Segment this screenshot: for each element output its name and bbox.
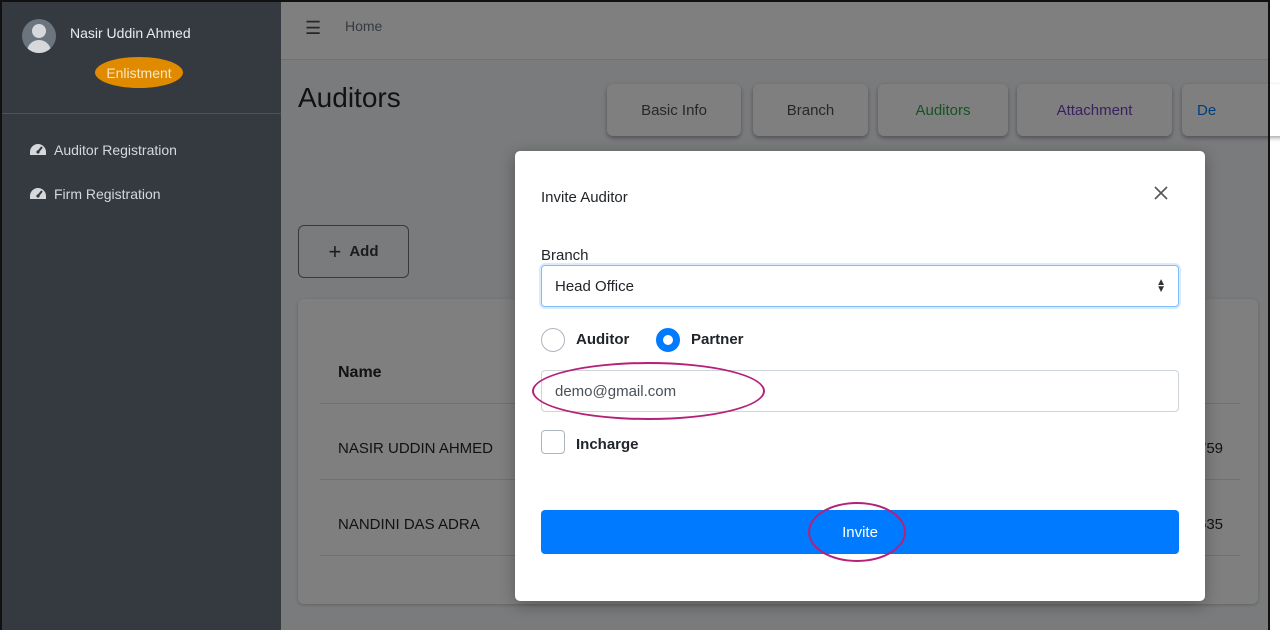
incharge-checkbox[interactable] <box>541 430 565 454</box>
sidebar-item-firm-registration[interactable]: Firm Registration <box>28 186 161 202</box>
invite-auditor-modal: Invite Auditor Branch Head Office ▲ ▼ Aud… <box>515 151 1205 601</box>
tachometer-icon <box>28 186 48 202</box>
user-name[interactable]: Nasir Uddin Ahmed <box>70 25 191 41</box>
email-field-value: demo@gmail.com <box>555 382 677 400</box>
user-panel: Nasir Uddin Ahmed Enlistment <box>2 2 281 114</box>
branch-select-value: Head Office <box>555 277 634 295</box>
incharge-label[interactable]: Incharge <box>576 436 639 453</box>
app-frame: Nasir Uddin Ahmed Enlistment Auditor Reg… <box>0 0 1280 630</box>
sidebar: Nasir Uddin Ahmed Enlistment Auditor Reg… <box>2 2 281 630</box>
close-icon[interactable] <box>1149 181 1173 205</box>
auditor-radio[interactable] <box>541 328 565 352</box>
invite-button[interactable]: Invite <box>541 510 1179 554</box>
avatar[interactable] <box>22 19 56 53</box>
partner-radio-label[interactable]: Partner <box>691 331 744 348</box>
invite-button-label: Invite <box>842 523 878 541</box>
select-arrows-icon: ▲ ▼ <box>1156 277 1166 295</box>
branch-label: Branch <box>541 247 589 264</box>
partner-radio[interactable] <box>656 328 680 352</box>
modal-title: Invite Auditor <box>541 189 628 206</box>
sidebar-item-auditor-registration[interactable]: Auditor Registration <box>28 142 177 158</box>
branch-select[interactable]: Head Office ▲ ▼ <box>541 265 1179 307</box>
auditor-radio-label[interactable]: Auditor <box>576 331 629 348</box>
email-field[interactable]: demo@gmail.com <box>541 370 1179 412</box>
sidebar-item-label: Auditor Registration <box>54 142 177 158</box>
role-badge: Enlistment <box>95 57 183 88</box>
tachometer-icon <box>28 142 48 158</box>
sidebar-item-label: Firm Registration <box>54 186 161 202</box>
